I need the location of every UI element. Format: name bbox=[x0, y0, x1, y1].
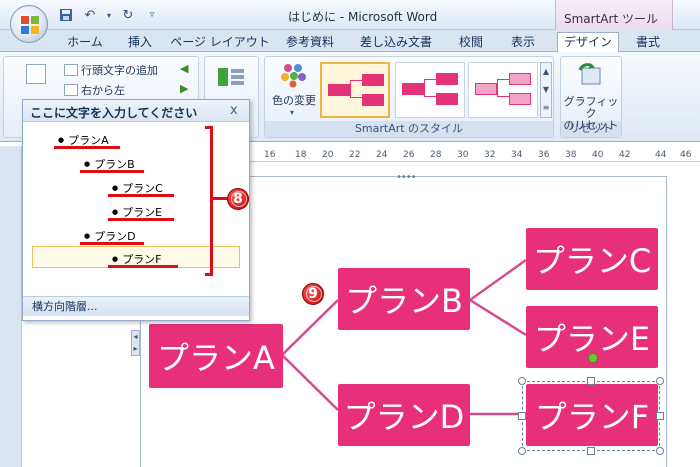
annotation-bracket-link bbox=[213, 197, 227, 200]
step-badge-8: 8 bbox=[227, 188, 249, 210]
smartart-node-plan-a[interactable]: プランA bbox=[149, 324, 283, 388]
resize-handle[interactable] bbox=[518, 447, 526, 455]
annotation-underline bbox=[108, 194, 174, 197]
shape-selection-box[interactable] bbox=[522, 381, 660, 451]
smartart-node-plan-c[interactable]: プランC bbox=[526, 228, 658, 290]
rotation-handle[interactable] bbox=[588, 353, 598, 363]
text-pane-title: ここに文字を入力してください bbox=[30, 106, 198, 120]
step-badge-9: 9 bbox=[302, 283, 324, 305]
annotation-underline bbox=[54, 146, 120, 149]
resize-handle[interactable] bbox=[656, 412, 664, 420]
office-logo-icon bbox=[21, 16, 39, 34]
resize-handle[interactable] bbox=[518, 412, 526, 420]
close-icon[interactable]: x bbox=[230, 103, 238, 118]
annotation-underline bbox=[108, 265, 178, 268]
smartart-node-plan-d[interactable]: プランD bbox=[338, 384, 470, 446]
resize-handle[interactable] bbox=[587, 377, 595, 385]
layout-description-link[interactable]: 横方向階層... bbox=[32, 298, 98, 314]
office-button[interactable] bbox=[10, 5, 48, 43]
resize-handle[interactable] bbox=[587, 447, 595, 455]
annotation-underline bbox=[108, 218, 174, 221]
annotation-bracket bbox=[205, 126, 213, 276]
resize-handle[interactable] bbox=[656, 447, 664, 455]
resize-handle[interactable] bbox=[518, 377, 526, 385]
annotation-underline bbox=[80, 242, 144, 245]
resize-handle[interactable] bbox=[656, 377, 664, 385]
smartart-node-plan-b[interactable]: プランB bbox=[338, 268, 470, 330]
annotation-underline bbox=[80, 170, 144, 173]
